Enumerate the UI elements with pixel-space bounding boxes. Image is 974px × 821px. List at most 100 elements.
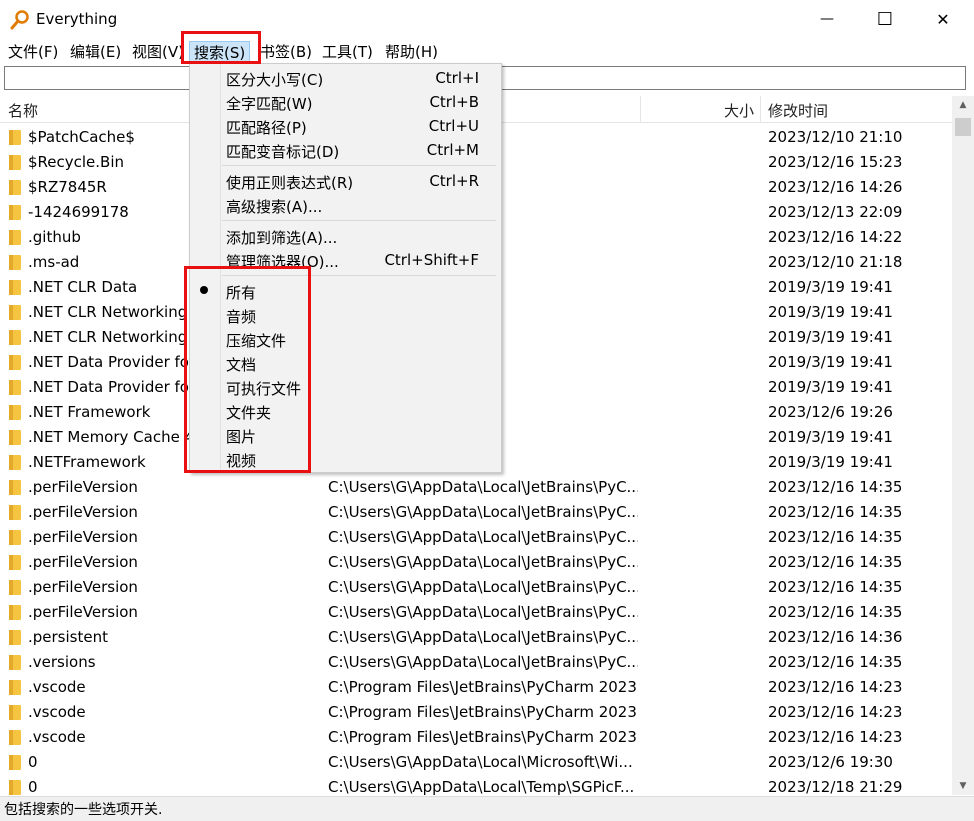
item-modified: 2023/12/16 14:35 bbox=[768, 553, 903, 571]
item-modified: 2023/12/16 14:35 bbox=[768, 603, 903, 621]
menu-item-label: 高级搜索(A)... bbox=[226, 198, 323, 216]
folder-icon bbox=[9, 480, 21, 495]
menu-item-advanced-search[interactable]: 高级搜索(A)... bbox=[190, 193, 501, 217]
menu-item-match-diacritics[interactable]: 匹配变音标记(D) Ctrl+M bbox=[190, 138, 501, 162]
item-name: .perFileVersion bbox=[28, 553, 138, 571]
item-name: .perFileVersion bbox=[28, 528, 138, 546]
menu-view[interactable]: 视图(V) bbox=[132, 41, 184, 63]
scroll-thumb[interactable] bbox=[955, 118, 971, 136]
item-modified: 2023/12/13 22:09 bbox=[768, 203, 903, 221]
item-path: C:\Users\G\AppData\Local\Microsoft\Wi... bbox=[328, 753, 633, 771]
list-item[interactable]: .perFileVersion C:\Users\G\AppData\Local\… bbox=[0, 575, 952, 600]
item-name: .persistent bbox=[28, 628, 108, 646]
item-modified: 2023/12/6 19:26 bbox=[768, 403, 893, 421]
folder-icon bbox=[9, 755, 21, 770]
item-modified: 2019/3/19 19:41 bbox=[768, 278, 893, 296]
item-modified: 2023/12/16 14:36 bbox=[768, 628, 903, 646]
item-modified: 2023/12/6 19:30 bbox=[768, 753, 893, 771]
menu-item-shortcut: Ctrl+R bbox=[429, 172, 479, 190]
column-name[interactable]: 名称 bbox=[8, 100, 38, 121]
item-modified: 2023/12/10 21:10 bbox=[768, 128, 903, 146]
list-item[interactable]: .vscode C:\Program Files\JetBrains\PyChar… bbox=[0, 700, 952, 725]
item-path: C:\Users\G\AppData\Local\JetBrains\PyC..… bbox=[328, 628, 638, 646]
list-item[interactable]: 0 C:\Users\G\AppData\Local\Temp\SGPicF...… bbox=[0, 775, 952, 795]
menu-item-label: 匹配路径(P) bbox=[226, 119, 307, 137]
list-item[interactable]: .perFileVersion C:\Users\G\AppData\Local\… bbox=[0, 500, 952, 525]
folder-icon bbox=[9, 230, 21, 245]
highlight-box-search-menu bbox=[181, 31, 261, 64]
menu-item-match-path[interactable]: 匹配路径(P) Ctrl+U bbox=[190, 114, 501, 138]
item-name: .perFileVersion bbox=[28, 578, 138, 596]
item-modified: 2023/12/10 21:18 bbox=[768, 253, 903, 271]
folder-icon bbox=[9, 155, 21, 170]
menu-separator bbox=[222, 220, 496, 221]
item-name: .perFileVersion bbox=[28, 503, 138, 521]
folder-icon bbox=[9, 430, 21, 445]
folder-icon bbox=[9, 505, 21, 520]
folder-icon bbox=[9, 355, 21, 370]
menu-file[interactable]: 文件(F) bbox=[8, 41, 58, 63]
item-modified: 2023/12/16 14:35 bbox=[768, 578, 903, 596]
menu-bar: 文件(F) 编辑(E) 视图(V) 搜索(S) 书签(B) 工具(T) 帮助(H… bbox=[0, 38, 974, 65]
item-modified: 2023/12/16 14:35 bbox=[768, 653, 903, 671]
list-item[interactable]: .perFileVersion C:\Users\G\AppData\Local\… bbox=[0, 550, 952, 575]
list-item[interactable]: .vscode C:\Program Files\JetBrains\PyChar… bbox=[0, 725, 952, 750]
folder-icon bbox=[9, 180, 21, 195]
item-name: .vscode bbox=[28, 678, 86, 696]
folder-icon bbox=[9, 630, 21, 645]
folder-icon bbox=[9, 305, 21, 320]
item-path: C:\Users\G\AppData\Local\JetBrains\PyC..… bbox=[328, 528, 638, 546]
menu-item-label: 区分大小写(C) bbox=[226, 71, 324, 89]
menu-item-add-to-filters[interactable]: 添加到筛选(A)... bbox=[190, 224, 501, 248]
list-item[interactable]: .perFileVersion C:\Users\G\AppData\Local\… bbox=[0, 600, 952, 625]
list-item[interactable]: .persistent C:\Users\G\AppData\Local\JetB… bbox=[0, 625, 952, 650]
item-modified: 2023/12/16 14:35 bbox=[768, 503, 903, 521]
folder-icon bbox=[9, 205, 21, 220]
list-item[interactable]: .versions C:\Users\G\AppData\Local\JetBra… bbox=[0, 650, 952, 675]
item-modified: 2023/12/16 14:23 bbox=[768, 678, 903, 696]
list-item[interactable]: .perFileVersion C:\Users\G\AppData\Local\… bbox=[0, 525, 952, 550]
folder-icon bbox=[9, 255, 21, 270]
item-name: .perFileVersion bbox=[28, 478, 138, 496]
menu-bookmarks[interactable]: 书签(B) bbox=[260, 41, 312, 63]
everything-app-icon bbox=[10, 10, 29, 30]
minimize-button[interactable]: — bbox=[798, 0, 856, 38]
menu-item-label: 添加到筛选(A)... bbox=[226, 229, 338, 247]
menu-item-label: 全字匹配(W) bbox=[226, 95, 313, 113]
scroll-down-arrow-icon[interactable]: ▼ bbox=[952, 777, 974, 795]
list-item[interactable]: 0 C:\Users\G\AppData\Local\Microsoft\Wi..… bbox=[0, 750, 952, 775]
menu-item-match-case[interactable]: 区分大小写(C) Ctrl+I bbox=[190, 66, 501, 90]
column-divider[interactable] bbox=[640, 96, 641, 122]
item-modified: 2019/3/19 19:41 bbox=[768, 378, 893, 396]
item-modified: 2023/12/18 21:29 bbox=[768, 778, 903, 795]
item-name: 0 bbox=[28, 778, 38, 795]
column-divider[interactable] bbox=[760, 96, 761, 122]
menu-tools[interactable]: 工具(T) bbox=[322, 41, 373, 63]
menu-item-regex[interactable]: 使用正则表达式(R) Ctrl+R bbox=[190, 169, 501, 193]
item-path: C:\Program Files\JetBrains\PyCharm 2023.… bbox=[328, 703, 638, 721]
maximize-icon: ☐ bbox=[876, 8, 894, 30]
menu-edit[interactable]: 编辑(E) bbox=[70, 41, 121, 63]
menu-help[interactable]: 帮助(H) bbox=[385, 41, 438, 63]
column-size[interactable]: 大小 bbox=[724, 100, 754, 121]
scroll-up-arrow-icon[interactable]: ▲ bbox=[952, 96, 974, 114]
folder-icon bbox=[9, 380, 21, 395]
list-item[interactable]: .perFileVersion C:\Users\G\AppData\Local\… bbox=[0, 475, 952, 500]
folder-icon bbox=[9, 680, 21, 695]
item-path: C:\Users\G\AppData\Local\JetBrains\PyC..… bbox=[328, 603, 638, 621]
status-text: 包括搜索的一些选项开关. bbox=[4, 802, 163, 818]
item-path: C:\Program Files\JetBrains\PyCharm 2023.… bbox=[328, 678, 638, 696]
menu-item-match-whole-word[interactable]: 全字匹配(W) Ctrl+B bbox=[190, 90, 501, 114]
vertical-scrollbar[interactable]: ▲ ▼ bbox=[952, 96, 974, 795]
folder-icon bbox=[9, 655, 21, 670]
maximize-button[interactable]: ☐ bbox=[856, 0, 914, 38]
close-button[interactable]: ✕ bbox=[914, 0, 972, 38]
item-modified: 2023/12/16 15:23 bbox=[768, 153, 903, 171]
list-item[interactable]: .vscode C:\Program Files\JetBrains\PyChar… bbox=[0, 675, 952, 700]
item-modified: 2019/3/19 19:41 bbox=[768, 353, 893, 371]
item-modified: 2023/12/16 14:26 bbox=[768, 178, 903, 196]
item-path: C:\Users\G\AppData\Local\Temp\SGPicF... bbox=[328, 778, 635, 795]
folder-icon bbox=[9, 580, 21, 595]
column-modified[interactable]: 修改时间 bbox=[768, 100, 828, 121]
folder-icon bbox=[9, 730, 21, 745]
